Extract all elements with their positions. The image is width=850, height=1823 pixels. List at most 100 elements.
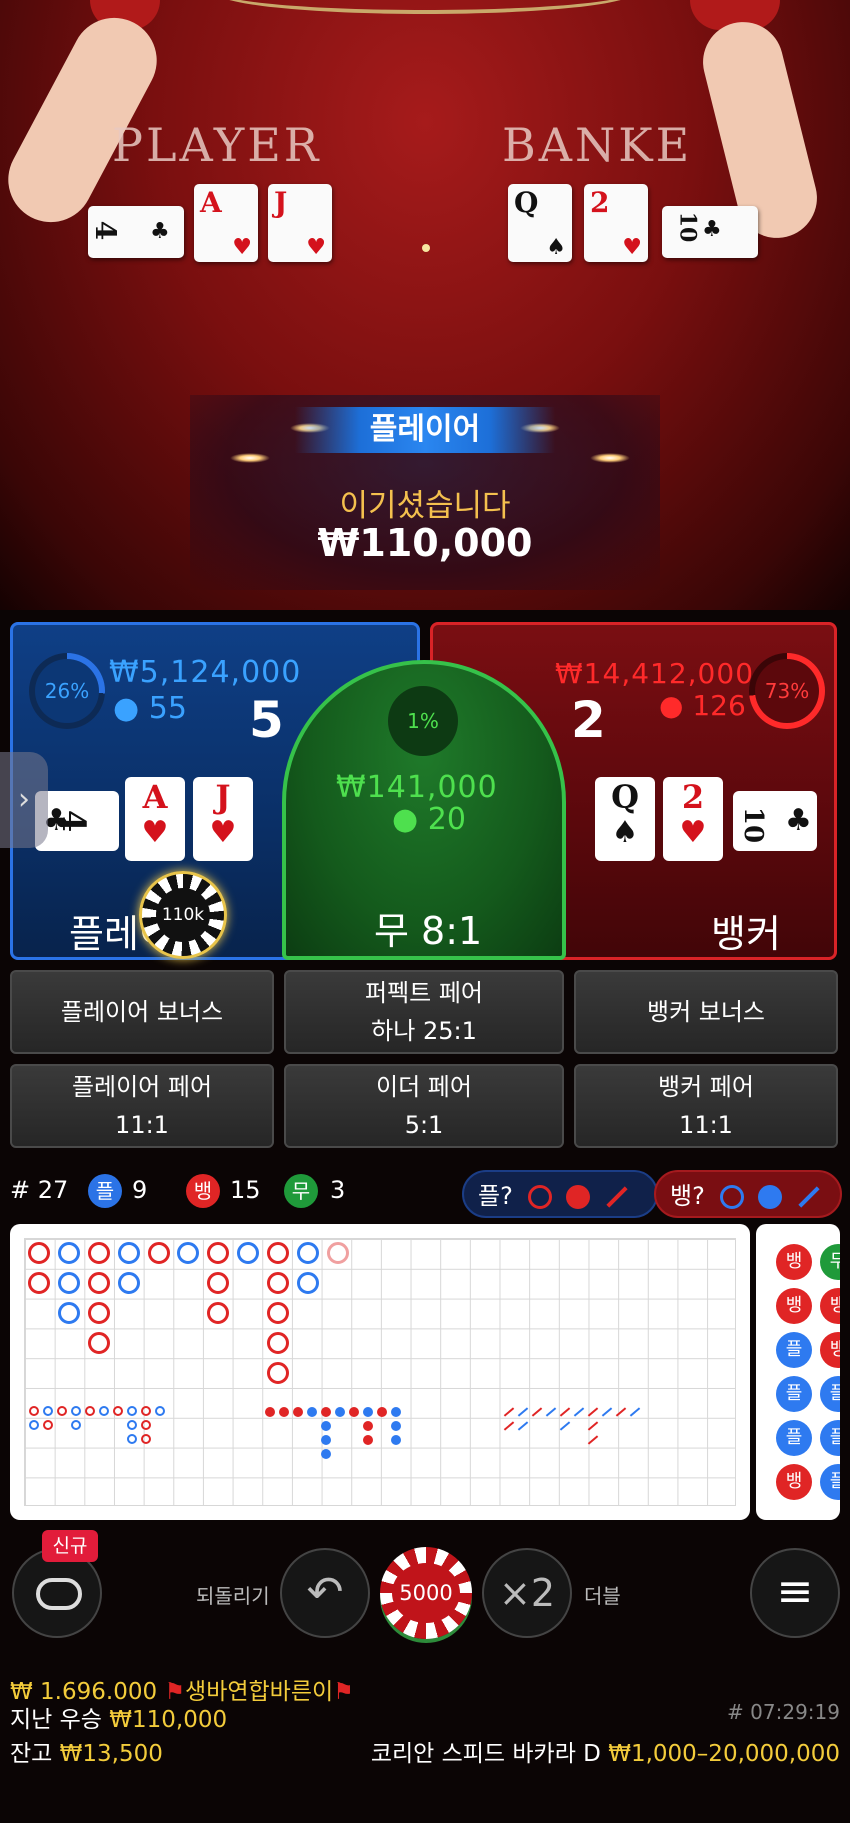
big-eye-mark [71,1420,81,1430]
bead-mark: 뱅 [820,1288,840,1324]
banker-mini-card-2: 2 ♥ [663,777,723,861]
small-road-mark [377,1407,387,1417]
table-marker [422,244,430,252]
banker-card-3: 10 ♣ [662,206,758,258]
big-road-mark [88,1332,110,1354]
small-road-mark [321,1407,331,1417]
small-road-mark [391,1435,401,1445]
player-percent: 26% [35,659,99,723]
table-info: 코리안 스피드 바카라 D ₩1,000–20,000,000 [370,1741,840,1767]
undo-icon: ↶ [306,1567,344,1618]
double-button[interactable]: ×2 [482,1548,572,1638]
big-road-mark [267,1302,289,1324]
chip-selector[interactable]: 5000 [380,1547,472,1639]
player-win-badge: 플 [88,1174,122,1208]
cockroach-mark [559,1407,571,1417]
player-mini-card-2: A ♥ [125,777,185,861]
sparkle-icon [590,453,630,463]
player-card-1: 4 ♣ [88,206,184,258]
big-road-mark [267,1272,289,1294]
player-bonus-button[interactable]: 플레이어 보너스 [10,970,274,1054]
expand-panel-button[interactable]: › [0,752,48,848]
undo-button[interactable]: ↶ [280,1548,370,1638]
bead-mark: 플 [820,1420,840,1456]
tie-badge: 무 [284,1174,318,1208]
big-road-mark [88,1272,110,1294]
flag-icon: ⚑ [333,1679,354,1705]
win-banner: 플레이어 이기셨습니다 ₩110,000 [190,395,660,590]
big-eye-mark [29,1420,39,1430]
banker-bonus-button[interactable]: 뱅커 보너스 [574,970,838,1054]
big-road-mark [148,1242,170,1264]
banker-spot-label: 뱅커 [711,912,781,956]
placed-chip[interactable]: 110k [139,871,227,959]
small-road-mark [363,1435,373,1445]
cockroach-mark [615,1407,627,1417]
small-road-mark [391,1407,401,1417]
big-eye-icon [720,1185,745,1209]
player-pair-button[interactable]: 플레이어 페어 11:1 [10,1064,274,1148]
small-road-mark [363,1421,373,1431]
banker-win-badge: 뱅 [186,1174,220,1208]
table-icon [36,1578,82,1610]
person-icon: ● [392,802,419,837]
tie-percent: 1% [388,686,458,756]
small-road-mark [265,1407,275,1417]
banker-mini-card-3: ♣ 10 [733,791,817,851]
big-road-mark [88,1242,110,1264]
big-road-mark [58,1242,80,1264]
banker-mini-card-1: Q ♠ [595,777,655,861]
table-arc [215,0,635,14]
betting-area: 26% ₩5,124,000 ● 55 5 ♣ 4 A ♥ J ♥ 플레이어 1… [0,620,850,965]
win-message: 이기셨습니다 [339,488,511,524]
big-eye-mark [99,1406,109,1416]
player-mini-card-3: J ♥ [193,777,253,861]
big-road-mark [58,1272,80,1294]
tie-count-stat: 3 [330,1176,346,1204]
either-pair-button[interactable]: 이더 페어 5:1 [284,1064,564,1148]
banker-pair-button[interactable]: 뱅커 페어 11:1 [574,1064,838,1148]
menu-button[interactable]: ≡ [750,1548,840,1638]
bead-mark: 무 [820,1244,840,1280]
big-road-next-mark [327,1242,349,1264]
banker-predict-button[interactable]: 뱅? [654,1170,842,1218]
small-road-mark [321,1421,331,1431]
player-predict-button[interactable]: 플? [462,1170,658,1218]
big-road-mark [297,1272,319,1294]
big-eye-mark [127,1406,137,1416]
bead-road[interactable]: 뱅 뱅 플 플 플 뱅 무 뱅 뱅 플 플 플 [756,1224,840,1520]
player-table-word: PLAYER [112,118,322,172]
small-road-mark [321,1435,331,1445]
banker-card-1: Q ♠ [508,184,572,262]
banker-percent: 73% [755,659,819,723]
balance: 잔고 ₩13,500 [10,1741,163,1767]
big-road-mark [207,1302,229,1324]
big-eye-mark [127,1420,137,1430]
banker-count: ● 126 [659,689,746,722]
cockroach-mark [587,1407,599,1417]
person-icon: ● [659,689,684,722]
round-id: # 07:29:19 [727,1700,840,1724]
big-eye-icon [528,1185,553,1209]
cockroach-icon [606,1186,628,1208]
bead-mark: 뱅 [776,1464,812,1500]
big-road-mark [207,1242,229,1264]
tie-bet-spot[interactable]: 1% ₩141,000 ● 20 무 8:1 [282,660,566,960]
cockroach-icon [798,1186,820,1208]
big-eye-mark [71,1406,81,1416]
perfect-pair-button[interactable]: 퍼펙트 페어 하나 25:1 [284,970,564,1054]
bead-mark: 플 [776,1332,812,1368]
double-label: 더블 [584,1584,621,1608]
big-eye-mark [141,1434,151,1444]
small-road-mark [349,1407,359,1417]
big-eye-mark [29,1406,39,1416]
new-badge: 신규 [42,1530,98,1562]
scoreboard-roadmap[interactable] [10,1224,750,1520]
player-win-count: 9 [132,1176,148,1204]
big-road-mark [267,1242,289,1264]
banker-score: 2 [571,691,606,749]
big-eye-mark [43,1420,53,1430]
big-road-mark [28,1272,50,1294]
round-counter: # 27 [10,1176,69,1204]
big-road-mark [118,1242,140,1264]
